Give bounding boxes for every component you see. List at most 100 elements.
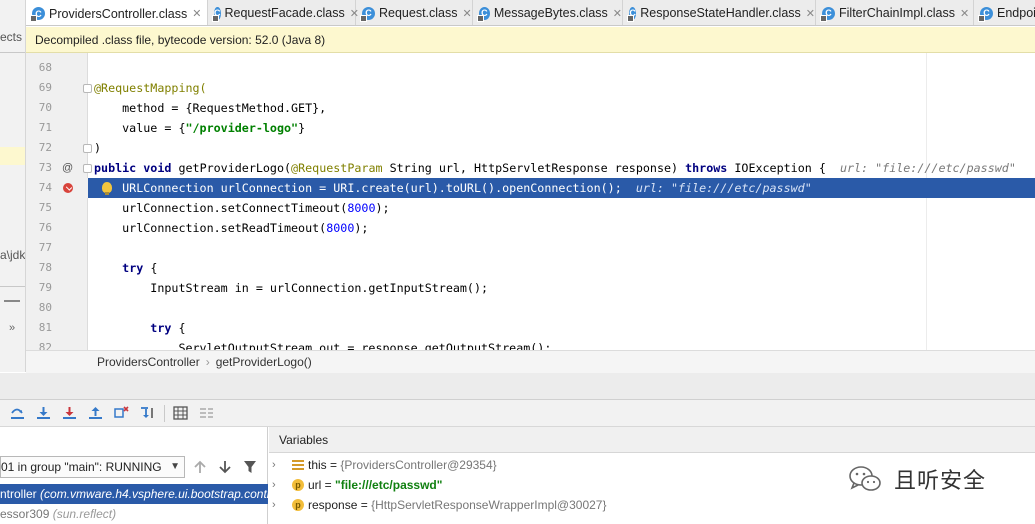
line-number: 78 xyxy=(38,261,52,274)
code-token: urlConnection.setReadTimeout( xyxy=(94,221,327,235)
code-line[interactable]: 77 xyxy=(26,238,1035,258)
code-line[interactable]: 74 URLConnection urlConnection = URI.cre… xyxy=(26,178,1035,198)
fold-icon[interactable] xyxy=(83,84,92,93)
code-token: { xyxy=(171,321,186,335)
toolbar-divider xyxy=(164,405,165,422)
line-number: 79 xyxy=(38,281,52,294)
class-icon: C xyxy=(30,7,45,22)
frame-method: ntroller xyxy=(0,487,37,501)
project-panel-fragment: ects xyxy=(0,30,23,44)
tab-request[interactable]: C Request.class ✕ xyxy=(356,0,473,25)
tab-providers-controller[interactable]: C ProvidersController.class ✕ xyxy=(26,0,208,25)
step-over-icon[interactable] xyxy=(10,406,25,420)
line-number: 74 xyxy=(38,181,52,194)
breakpoint-icon[interactable] xyxy=(63,183,73,193)
tab-request-facade[interactable]: C RequestFacade.class ✕ xyxy=(208,0,359,25)
code-text: @RequestMapping( xyxy=(94,78,207,98)
variable-name: response xyxy=(308,498,358,512)
highlight-row xyxy=(0,147,25,165)
code-line[interactable]: 81 try { xyxy=(26,318,1035,338)
code-editor[interactable]: 68 69 @RequestMapping(70 method = {Request… xyxy=(26,53,1035,350)
previous-frame-icon[interactable] xyxy=(193,460,207,474)
code-line[interactable]: 72) xyxy=(26,138,1035,158)
code-line[interactable]: 68 xyxy=(26,58,1035,78)
code-line[interactable]: 71 value = {"/provider-logo"} xyxy=(26,118,1035,138)
next-frame-icon[interactable] xyxy=(218,460,232,474)
tab-message-bytes[interactable]: C MessageBytes.class ✕ xyxy=(473,0,623,25)
frame-row[interactable]: ntroller (com.vmware.h4.vsphere.ui.boots… xyxy=(0,484,268,504)
thread-row: 01 in group "main": RUNNING ▼ xyxy=(0,455,268,479)
line-number: 72 xyxy=(38,141,52,154)
code-line[interactable]: 73 @ public void getProviderLogo(@RequestP… xyxy=(26,158,1035,178)
class-icon: C xyxy=(626,6,637,22)
code-text: method = {RequestMethod.GET}, xyxy=(94,98,326,118)
code-token: try xyxy=(150,321,172,335)
class-icon: C xyxy=(477,6,490,22)
code-text: urlConnection.setConnectTimeout(8000); xyxy=(94,198,389,218)
code-line[interactable]: 82 ServletOutputStream out = response.ge… xyxy=(26,338,1035,350)
watermark-text: 且听安全 xyxy=(894,468,987,493)
close-icon[interactable]: ✕ xyxy=(960,7,969,20)
debug-toolbar xyxy=(0,400,1035,427)
force-step-into-icon[interactable] xyxy=(62,406,77,420)
line-number: 73 xyxy=(38,161,52,174)
close-icon[interactable]: ✕ xyxy=(192,7,201,20)
code-line[interactable]: 70 method = {RequestMethod.GET}, xyxy=(26,98,1035,118)
code-line[interactable]: 78 try { xyxy=(26,258,1035,278)
line-number: 82 xyxy=(38,341,52,350)
run-to-cursor-icon[interactable] xyxy=(140,406,155,420)
annotation-marker-icon: @ xyxy=(62,162,74,174)
code-line[interactable]: 69 @RequestMapping( xyxy=(26,78,1035,98)
variable-value: {HttpServletResponseWrapperImpl@30027} xyxy=(371,498,607,512)
evaluate-expression-icon[interactable] xyxy=(173,406,188,420)
fold-icon[interactable] xyxy=(83,144,92,153)
filter-icon[interactable] xyxy=(243,460,257,474)
divider xyxy=(0,52,25,53)
code-text: URLConnection urlConnection = URI.create… xyxy=(94,178,812,198)
code-token: urlConnection.setConnectTimeout( xyxy=(94,201,348,215)
breadcrumb-class[interactable]: ProvidersController xyxy=(97,355,200,369)
more-chevron-icon[interactable]: » xyxy=(9,322,15,334)
tab-response-state-handler[interactable]: C ResponseStateHandler.class ✕ xyxy=(623,0,816,25)
variable-row[interactable]: › p response = {HttpServletResponseWrapp… xyxy=(269,495,1035,515)
tab-endpoint[interactable]: C Endpoi xyxy=(974,0,1035,25)
code-text: urlConnection.setReadTimeout(8000); xyxy=(94,218,368,238)
minimize-icon[interactable] xyxy=(4,300,20,302)
tab-filter-chain-impl[interactable]: C FilterChainImpl.class ✕ xyxy=(816,0,974,25)
tab-label: ProvidersController.class xyxy=(49,6,188,21)
frame-method: essor309 xyxy=(0,507,50,521)
close-icon[interactable]: ✕ xyxy=(806,7,815,20)
expand-chevron-icon[interactable]: › xyxy=(272,475,276,495)
breadcrumb-method[interactable]: getProviderLogo() xyxy=(216,355,312,369)
frame-package: (sun.reflect) xyxy=(52,507,117,521)
thread-select-value: 01 in group "main": RUNNING xyxy=(1,460,162,474)
close-icon[interactable]: ✕ xyxy=(463,7,472,20)
code-token: value = { xyxy=(94,121,186,135)
fold-icon[interactable] xyxy=(83,164,92,173)
code-token: getProviderLogo( xyxy=(178,161,292,175)
code-line[interactable]: 75 urlConnection.setConnectTimeout(8000)… xyxy=(26,198,1035,218)
frame-row[interactable]: essor309 (sun.reflect) xyxy=(0,504,268,524)
code-line[interactable]: 76 urlConnection.setReadTimeout(8000); xyxy=(26,218,1035,238)
drop-frame-icon[interactable] xyxy=(114,406,129,420)
code-line[interactable]: 80 xyxy=(26,298,1035,318)
code-token: ) xyxy=(94,141,102,155)
variable-value: {ProvidersController@29354} xyxy=(340,458,497,472)
code-token: @RequestMapping( xyxy=(94,81,207,95)
fields-icon xyxy=(292,460,304,470)
variable-name: url xyxy=(308,478,322,492)
expand-chevron-icon[interactable]: › xyxy=(272,495,276,515)
code-line[interactable]: 79 InputStream in = urlConnection.getInp… xyxy=(26,278,1035,298)
thread-select[interactable]: 01 in group "main": RUNNING ▼ xyxy=(0,456,185,478)
step-out-icon[interactable] xyxy=(88,406,103,420)
trace-current-stream-icon[interactable] xyxy=(199,406,214,420)
tab-label: MessageBytes.class xyxy=(493,6,608,20)
expand-chevron-icon[interactable]: › xyxy=(272,455,276,475)
watermark: 且听安全 xyxy=(848,462,986,496)
wechat-logo-icon xyxy=(849,466,881,491)
code-text: value = {"/provider-logo"} xyxy=(94,118,305,138)
step-into-icon[interactable] xyxy=(36,406,51,420)
class-icon: C xyxy=(212,6,221,22)
close-icon[interactable]: ✕ xyxy=(613,7,622,20)
